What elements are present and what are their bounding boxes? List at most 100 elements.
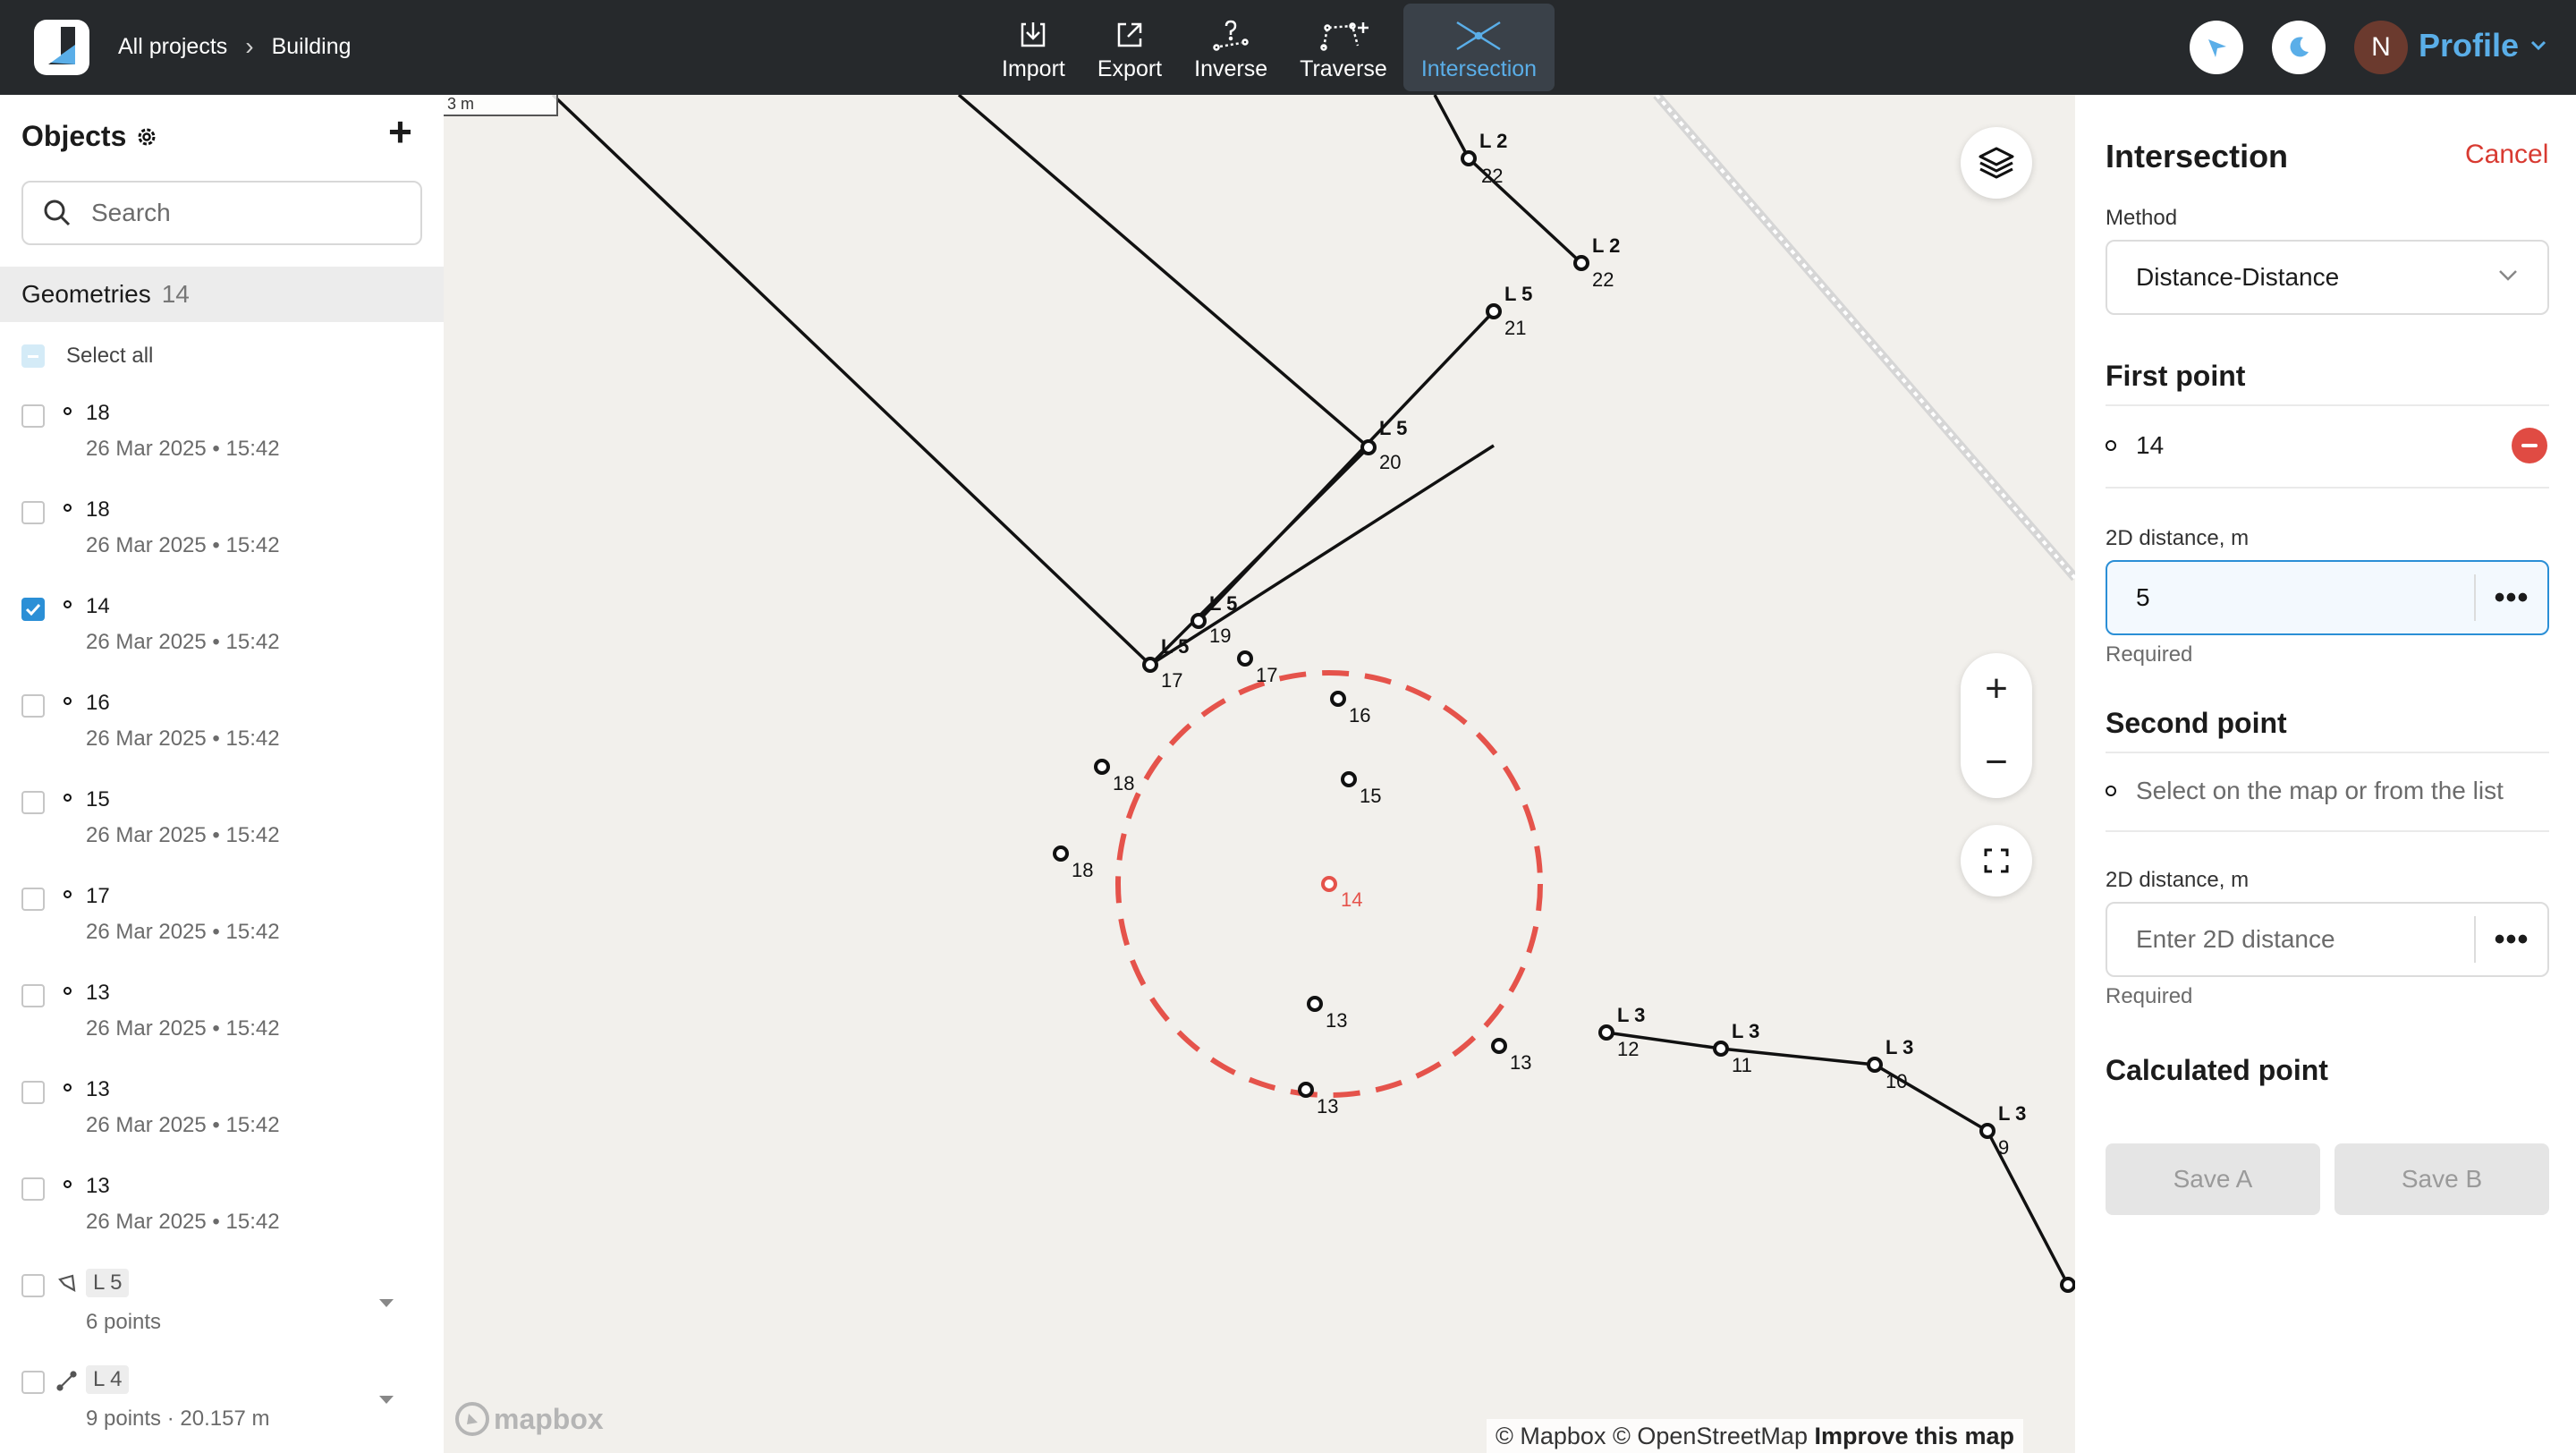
method-select[interactable]: Distance-Distance (2106, 240, 2549, 315)
search-input[interactable] (91, 199, 395, 227)
list-item[interactable]: 14 26 Mar 2025 • 15:42 (0, 583, 444, 680)
map-point-11[interactable] (1713, 1041, 1729, 1057)
list-item[interactable]: 13 26 Mar 2025 • 15:42 (0, 1163, 444, 1260)
expand-caret-icon[interactable] (379, 1299, 394, 1307)
save-b-button[interactable]: Save B (2334, 1143, 2549, 1215)
attribution-text[interactable]: © Mapbox © OpenStreetMap (1496, 1423, 1808, 1449)
layers-button[interactable] (1961, 127, 2032, 199)
geometries-label: Geometries (21, 280, 151, 308)
map-canvas[interactable]: L 2 L 2 L 5 L 5 L 5 L 5 L 3 L 3 L 3 L 3 … (444, 95, 2075, 1453)
item-checkbox[interactable] (21, 1177, 45, 1201)
first-distance-field[interactable]: ••• (2106, 560, 2549, 635)
line-l5-c[interactable] (1197, 310, 1496, 623)
item-checkbox[interactable] (21, 984, 45, 1007)
list-item[interactable]: 18 26 Mar 2025 • 15:42 (0, 390, 444, 487)
tool-traverse[interactable]: Traverse (1284, 4, 1403, 91)
line-l2[interactable] (1433, 95, 1583, 265)
list-item-group-l4[interactable]: L 4 9 points · 20.157 m (0, 1356, 444, 1453)
map-point-12[interactable] (1598, 1024, 1614, 1041)
objects-panel: Objects + Geometries 14 Select all 18 26… (0, 95, 444, 1453)
second-distance-field[interactable]: ••• (2106, 902, 2549, 977)
item-name: 14 (86, 594, 110, 618)
avatar[interactable]: N (2354, 21, 2408, 74)
tool-import[interactable]: Import (986, 4, 1081, 91)
point-label: 18 (1113, 772, 1134, 794)
item-checkbox[interactable] (21, 598, 45, 621)
save-a-button[interactable]: Save A (2106, 1143, 2320, 1215)
profile-menu[interactable]: Profile (2419, 27, 2547, 64)
item-checkbox[interactable] (21, 1274, 45, 1297)
map-point-13c[interactable] (1298, 1082, 1314, 1098)
map-point-10[interactable] (1867, 1057, 1883, 1073)
breadcrumb-all-projects[interactable]: All projects (118, 34, 227, 60)
map-point-17b[interactable] (1237, 650, 1253, 667)
map-point-19[interactable] (1191, 613, 1207, 629)
fullscreen-button[interactable] (1961, 825, 2032, 896)
cancel-button[interactable]: Cancel (2465, 140, 2548, 170)
map-view[interactable]: L 2 L 2 L 5 L 5 L 5 L 5 L 3 L 3 L 3 L 3 … (444, 95, 2075, 1453)
method-label: Method (2106, 206, 2178, 230)
map-point-14-selected[interactable] (1321, 876, 1337, 892)
first-point-row[interactable]: 14 (2106, 431, 2164, 460)
first-distance-input[interactable] (2107, 583, 2474, 612)
list-item[interactable]: 15 26 Mar 2025 • 15:42 (0, 777, 444, 873)
improve-map-link[interactable]: Improve this map (1814, 1423, 2014, 1449)
remove-first-point-button[interactable] (2512, 428, 2547, 463)
line-l3[interactable] (1606, 1031, 2070, 1286)
line-l5-a[interactable] (957, 95, 1370, 449)
app-logo[interactable] (34, 20, 89, 75)
export-icon (1117, 22, 1142, 47)
map-point-15[interactable] (1341, 771, 1357, 787)
tool-inverse[interactable]: Inverse (1178, 4, 1284, 91)
map-attribution: © Mapbox © OpenStreetMap Improve this ma… (1487, 1419, 2024, 1453)
expand-caret-icon[interactable] (379, 1396, 394, 1404)
tool-intersection[interactable]: Intersection (1402, 4, 1555, 91)
map-point-17a[interactable] (1142, 657, 1158, 673)
search-box[interactable] (21, 181, 422, 245)
item-checkbox[interactable] (21, 404, 45, 428)
map-point-13b[interactable] (1491, 1038, 1507, 1054)
map-point-20[interactable] (1360, 439, 1377, 455)
list-item[interactable]: 16 26 Mar 2025 • 15:42 (0, 680, 444, 777)
map-point-9[interactable] (1979, 1123, 1996, 1139)
list-item[interactable]: 18 26 Mar 2025 • 15:42 (0, 487, 444, 583)
map-point-18a[interactable] (1094, 759, 1110, 775)
item-checkbox[interactable] (21, 888, 45, 911)
map-point-16[interactable] (1330, 691, 1346, 707)
map-point-22a[interactable] (1461, 150, 1477, 166)
select-all-row[interactable]: Select all (21, 344, 153, 369)
add-object-button[interactable]: + (388, 111, 412, 152)
list-item[interactable]: 13 26 Mar 2025 • 15:42 (0, 970, 444, 1066)
map-point-13a[interactable] (1307, 996, 1323, 1012)
zoom-out-button[interactable]: − (1961, 726, 2032, 798)
second-distance-input[interactable] (2107, 925, 2474, 954)
line-l5[interactable] (551, 95, 1495, 667)
item-checkbox[interactable] (21, 791, 45, 814)
method-value: Distance-Distance (2136, 263, 2340, 291)
list-item[interactable]: 13 26 Mar 2025 • 15:42 (0, 1066, 444, 1163)
tool-bar: Import Export Inverse Traverse Intersect… (986, 4, 1555, 91)
dark-mode-toggle[interactable] (2272, 21, 2326, 74)
more-options-button[interactable]: ••• (2474, 916, 2547, 963)
more-options-button[interactable]: ••• (2474, 574, 2547, 621)
mapbox-logo[interactable]: mapbox (454, 1401, 604, 1437)
map-point-22b[interactable] (1573, 255, 1589, 271)
item-checkbox[interactable] (21, 501, 45, 524)
map-point-21[interactable] (1486, 303, 1502, 319)
list-item-group-l5[interactable]: L 5 6 points (0, 1260, 444, 1356)
item-checkbox[interactable] (21, 1371, 45, 1394)
map-point-18b[interactable] (1053, 845, 1069, 862)
tool-export[interactable]: Export (1081, 4, 1178, 91)
item-date: 26 Mar 2025 • 15:42 (86, 726, 280, 751)
second-point-row[interactable]: Select on the map or from the list (2106, 777, 2504, 805)
gear-icon[interactable] (135, 125, 158, 149)
list-item[interactable]: 17 26 Mar 2025 • 15:42 (0, 873, 444, 970)
select-all-checkbox[interactable] (21, 344, 45, 368)
zoom-in-button[interactable]: + (1961, 653, 2032, 725)
geometries-header[interactable]: Geometries 14 (0, 267, 444, 322)
map-point-end[interactable] (2060, 1277, 2075, 1293)
breadcrumb-building[interactable]: Building (272, 34, 352, 60)
item-checkbox[interactable] (21, 694, 45, 718)
locate-button[interactable] (2190, 21, 2243, 74)
item-checkbox[interactable] (21, 1081, 45, 1104)
